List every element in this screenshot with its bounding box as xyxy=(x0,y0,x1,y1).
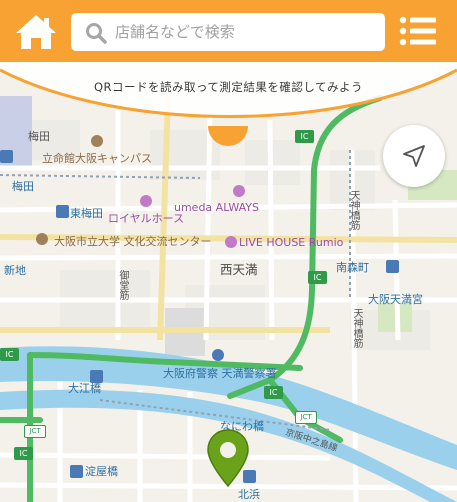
map-label-higashi-umeda: 東梅田 xyxy=(70,207,103,220)
jct-badge: JCT xyxy=(24,425,46,438)
university-poi-icon[interactable] xyxy=(36,233,48,245)
map-label-midosuji: 御堂筋 xyxy=(117,270,128,300)
station-icon xyxy=(70,465,83,478)
qr-banner-text[interactable]: QRコードを読み取って測定結果を確認してみよう xyxy=(0,79,457,95)
ic-badge: IC xyxy=(264,386,283,399)
map-label-yodoyabashi: 淀屋橋 xyxy=(85,465,118,478)
search-box[interactable] xyxy=(71,13,385,51)
home-icon xyxy=(16,15,56,49)
hamburger-menu-icon xyxy=(399,16,436,46)
music-poi-icon[interactable] xyxy=(225,236,237,248)
search-icon xyxy=(86,23,107,44)
map-label-tenjinbashi: 天神橋筋 xyxy=(351,308,362,348)
map-label-royal-horse[interactable]: ロイヤルホース xyxy=(108,210,184,226)
menu-button[interactable] xyxy=(398,13,440,49)
ic-badge: IC xyxy=(308,271,327,284)
navigation-arrow-icon xyxy=(403,145,425,167)
map-label-police[interactable]: 大阪府警察 天満警察署 xyxy=(163,365,277,381)
map-label-osaka-temmangu: 大阪天満宮 xyxy=(368,293,423,306)
map-pin-icon[interactable] xyxy=(205,428,251,488)
ic-badge: IC xyxy=(14,447,33,460)
map-label-kitahama: 北浜 xyxy=(238,488,260,501)
map-label-shinchi: 新地 xyxy=(4,264,26,277)
map-label-nishi-temma: 西天満 xyxy=(220,262,258,277)
map-label-tenjinbashi-top: 天神橋筋 xyxy=(348,190,359,230)
current-location-button[interactable] xyxy=(383,125,445,187)
jct-badge: JCT xyxy=(295,411,317,424)
music-poi-icon[interactable] xyxy=(233,185,245,197)
music-poi-icon[interactable] xyxy=(140,195,152,207)
police-poi-icon[interactable] xyxy=(212,349,224,361)
map-label-umeda-station: 梅田 xyxy=(12,180,34,193)
station-icon xyxy=(386,260,399,273)
search-input[interactable] xyxy=(115,19,370,45)
header-bar xyxy=(0,0,457,62)
home-button[interactable] xyxy=(14,12,58,52)
app-root: 梅田 立命館大阪キャンパス 梅田 東梅田 ロイヤルホース umeda ALWAY… xyxy=(0,0,457,502)
map-label-ritsumeikan[interactable]: 立命館大阪キャンパス xyxy=(42,150,152,166)
map-label-minamimori: 南森町 xyxy=(336,261,369,274)
map-label-osaka-city-univ[interactable]: 大阪市立大学 文化交流センター xyxy=(54,233,212,249)
ic-badge: IC xyxy=(0,348,19,361)
station-icon xyxy=(90,370,103,383)
map-label-umeda-always[interactable]: umeda ALWAYS xyxy=(174,201,259,214)
map-label-live-house[interactable]: LIVE HOUSE Rumio xyxy=(239,236,343,249)
station-icon xyxy=(56,205,69,218)
